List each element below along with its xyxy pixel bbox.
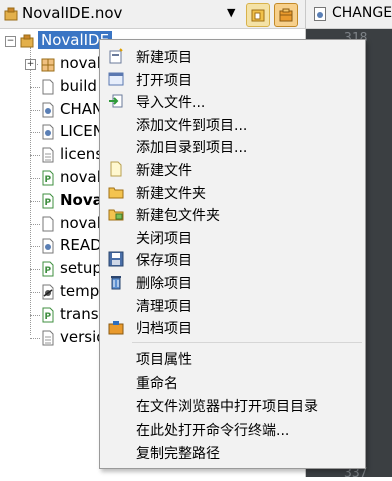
menu-item-label: 项目属性 (136, 352, 192, 368)
delete-icon (111, 276, 121, 290)
new-folder-icon (108, 187, 124, 199)
menu-item[interactable]: 关闭项目 (100, 226, 365, 248)
package-project-icon (279, 8, 293, 22)
archive-icon (108, 321, 124, 335)
menu-item-label: 重命名 (136, 375, 178, 392)
context-menu: 新建项目打开项目导入文件... 添加文件到项目... 添加目录到项目... 新建文件新… (99, 39, 366, 469)
save-icon (108, 251, 124, 267)
tree-item-label: build (60, 76, 97, 95)
menu-item[interactable]: 新建包文件夹 (100, 203, 365, 225)
tree-item-label: Nova (60, 190, 103, 209)
menu-item-label: 添加目录到项目... (136, 140, 248, 157)
project-icon (4, 7, 18, 21)
python-file-icon: P (42, 261, 54, 277)
menu-item[interactable]: 保存项目 (100, 248, 365, 270)
menu-item[interactable]: 在文件浏览器中打开项目目录 (100, 394, 365, 416)
file-icon (42, 216, 54, 232)
menu-item[interactable]: 归档项目 (100, 316, 365, 338)
tree-item-label: licens (60, 145, 104, 164)
menu-item[interactable]: 导入文件... (100, 90, 365, 112)
menu-item[interactable]: 重命名 (100, 371, 365, 393)
project-selector[interactable]: NovalIDE.nov (22, 4, 122, 22)
menu-separator (132, 342, 362, 343)
text-file-icon (42, 330, 54, 346)
menu-item[interactable]: 复制完整路径 (100, 441, 365, 463)
svg-text:P: P (45, 266, 52, 276)
menu-item[interactable]: 添加目录到项目... (100, 135, 365, 157)
menu-item-label: 导入文件... (136, 95, 206, 112)
collapse-icon[interactable]: − (5, 36, 16, 47)
tree-item-label: transl (60, 304, 103, 323)
menu-item-label: 关闭项目 (136, 230, 192, 247)
tree-item-label: noval (60, 54, 101, 72)
tree-item-label: READ (60, 236, 102, 255)
menu-item-label: 打开项目 (136, 72, 192, 89)
svg-text:P: P (45, 312, 52, 322)
svg-text:P: P (45, 175, 52, 185)
expand-icon[interactable]: + (25, 59, 36, 70)
svg-text:P: P (45, 198, 52, 208)
menu-item-label: 在文件浏览器中打开项目目录 (136, 399, 318, 415)
tree-item-label: LICEN (60, 122, 104, 141)
file-icon (42, 79, 54, 95)
menu-item[interactable]: 项目属性 (100, 347, 365, 369)
menu-item-label: 新建项目 (136, 50, 192, 66)
tree-item-label: setup (60, 259, 102, 278)
open-project-icon (251, 9, 265, 22)
new-package-folder-icon (108, 209, 124, 221)
package-project-button[interactable] (274, 3, 298, 27)
project-icon (20, 34, 34, 48)
menu-item-label: 保存项目 (136, 253, 192, 270)
settings-file-icon (42, 238, 54, 254)
python-file-icon: P (42, 193, 54, 209)
menu-item[interactable]: 新建文件夹 (100, 181, 365, 203)
menu-item[interactable]: 新建项目 (100, 45, 365, 67)
menu-item-label: 新建文件 (136, 163, 192, 179)
python-file-icon: P (42, 307, 54, 323)
menu-item-label: 新建包文件夹 (136, 208, 220, 225)
menu-item[interactable]: 添加文件到项目... (100, 113, 365, 135)
executable-icon (42, 284, 54, 300)
menu-item-label: 新建文件夹 (136, 185, 206, 202)
tree-item-label: temp (60, 282, 100, 300)
menu-item[interactable]: 删除项目 (100, 271, 365, 293)
menu-item[interactable]: 清理项目 (100, 294, 365, 316)
menu-item[interactable]: 打开项目 (100, 68, 365, 90)
menu-item[interactable]: 新建文件 (100, 158, 365, 180)
settings-file-icon (314, 7, 326, 21)
menu-item-label: 在此处打开命令行终端... (136, 422, 290, 439)
settings-file-icon (42, 124, 54, 140)
text-file-icon (42, 147, 54, 163)
settings-file-icon (42, 102, 54, 118)
chevron-down-icon[interactable]: ▼ (227, 6, 235, 19)
new-project-icon (109, 48, 123, 64)
menu-item-label: 清理项目 (136, 298, 192, 315)
open-project-icon (108, 72, 124, 86)
tree-item-label: noval (60, 213, 101, 232)
import-icon (109, 94, 123, 108)
package-icon (41, 58, 55, 72)
python-file-icon: P (42, 170, 54, 186)
new-file-icon (110, 161, 122, 177)
editor-tab-changelog[interactable]: CHANGE (332, 5, 392, 21)
open-project-button[interactable] (246, 3, 270, 27)
project-toolbar: NovalIDE.nov ▼ (0, 0, 305, 29)
tree-item-label: noval (60, 168, 101, 186)
menu-item-label: 复制完整路径 (136, 446, 220, 462)
tree-item-label: CHAN (60, 99, 104, 118)
menu-item-label: 归档项目 (136, 321, 192, 338)
menu-item-label: 删除项目 (136, 276, 192, 292)
menu-item-label: 添加文件到项目... (136, 117, 248, 134)
menu-item[interactable]: 在此处打开命令行终端... (100, 418, 365, 440)
